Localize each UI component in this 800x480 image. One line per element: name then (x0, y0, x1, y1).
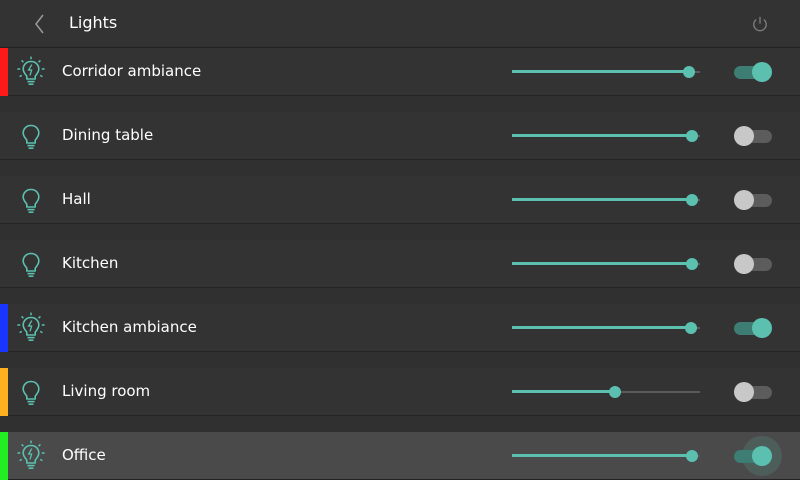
light-bulb-icon (14, 120, 48, 152)
light-color-indicator (0, 368, 8, 416)
toggle-knob (734, 126, 754, 146)
light-bulb-rays-icon (14, 312, 48, 344)
brightness-slider[interactable] (512, 254, 702, 274)
brightness-slider[interactable] (512, 446, 702, 466)
slider-handle[interactable] (609, 386, 622, 398)
power-toggle[interactable] (734, 126, 774, 146)
page-title: Lights (69, 13, 118, 32)
toggle-knob (734, 254, 754, 274)
power-toggle[interactable] (734, 254, 774, 274)
header-bar: Lights (0, 0, 800, 48)
light-bulb-rays-icon (14, 56, 48, 88)
light-row[interactable]: Hall (0, 176, 800, 224)
brightness-slider[interactable] (512, 62, 702, 82)
slider-fill (512, 198, 693, 201)
brightness-slider[interactable] (512, 318, 702, 338)
light-row[interactable]: Office (0, 432, 800, 480)
power-toggle[interactable] (734, 382, 774, 402)
slider-handle[interactable] (686, 258, 699, 270)
power-button[interactable] (746, 10, 774, 38)
power-toggle[interactable] (734, 62, 774, 82)
slider-fill (512, 454, 693, 457)
power-toggle[interactable] (734, 190, 774, 210)
power-toggle[interactable] (734, 436, 782, 476)
slider-handle[interactable] (684, 322, 697, 334)
light-color-indicator (0, 48, 8, 96)
light-row[interactable]: Kitchen ambiance (0, 304, 800, 352)
slider-handle[interactable] (686, 130, 699, 142)
light-bulb-rays-icon (14, 440, 48, 472)
light-row[interactable]: Corridor ambiance (0, 48, 800, 96)
light-color-indicator (0, 304, 8, 352)
slider-fill (512, 134, 693, 137)
light-label: Living room (62, 382, 151, 400)
light-label: Office (62, 446, 106, 464)
light-label: Hall (62, 190, 91, 208)
brightness-slider[interactable] (512, 126, 702, 146)
toggle-knob (752, 62, 772, 82)
light-bulb-icon (14, 376, 48, 408)
slider-handle[interactable] (682, 66, 695, 78)
light-label: Kitchen (62, 254, 119, 272)
slider-handle[interactable] (686, 450, 699, 462)
slider-fill (512, 70, 689, 73)
back-button[interactable] (26, 10, 54, 38)
brightness-slider[interactable] (512, 382, 702, 402)
light-color-indicator (0, 432, 8, 480)
light-bulb-icon (14, 248, 48, 280)
toggle-knob (752, 318, 772, 338)
toggle-knob (734, 382, 754, 402)
light-row[interactable]: Living room (0, 368, 800, 416)
light-row[interactable]: Kitchen (0, 240, 800, 288)
brightness-slider[interactable] (512, 190, 702, 210)
chevron-left-icon (35, 14, 44, 34)
slider-fill (512, 390, 616, 393)
toggle-knob (752, 446, 772, 466)
slider-handle[interactable] (686, 194, 699, 206)
light-label: Corridor ambiance (62, 62, 202, 80)
light-label: Dining table (62, 126, 154, 144)
slider-fill (512, 262, 693, 265)
power-toggle[interactable] (734, 318, 774, 338)
light-label: Kitchen ambiance (62, 318, 197, 336)
light-bulb-icon (14, 184, 48, 216)
power-icon (753, 16, 767, 32)
toggle-knob (734, 190, 754, 210)
light-row[interactable]: Dining table (0, 112, 800, 160)
slider-fill (512, 326, 691, 329)
